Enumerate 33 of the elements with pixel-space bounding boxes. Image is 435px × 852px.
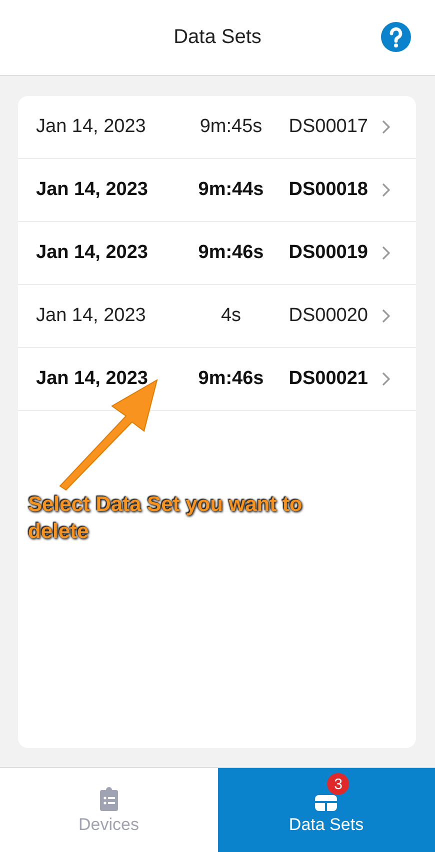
chevron-icon <box>382 120 390 134</box>
chevron-icon <box>382 183 390 197</box>
tab[interactable]: 3 Data Sets <box>218 768 435 852</box>
clipboard-icon <box>100 787 118 811</box>
data-set-id: DS00019 <box>288 242 368 264</box>
help-icon[interactable] <box>380 21 412 53</box>
data-set-row[interactable]: Jan 14, 2023 4s DS00020 <box>18 285 416 348</box>
chevron-icon <box>382 309 390 323</box>
date-text: Jan 14, 2023 <box>36 305 147 327</box>
date-text: Jan 14, 2023 <box>36 242 149 264</box>
annotation-text: Select Data Set you want to delete <box>28 492 304 545</box>
chevron-icon <box>382 372 390 386</box>
data-set-row[interactable]: Jan 14, 2023 9m:45s DS00017 <box>18 96 416 159</box>
duration-text: 9m:46s <box>197 242 265 264</box>
date-text: Jan 14, 2023 <box>36 179 149 201</box>
chevron-icon <box>382 246 390 260</box>
tab-label: Devices <box>78 815 139 835</box>
data-set-id: DS00017 <box>288 116 368 138</box>
page-title: Data Sets <box>174 26 262 49</box>
data-set-id: DS00020 <box>288 305 368 327</box>
table-icon <box>315 795 338 811</box>
count-badge: 3 <box>327 773 350 795</box>
data-set-row[interactable]: Jan 14, 2023 9m:44s DS00018 <box>18 159 416 222</box>
duration-text: 9m:46s <box>197 368 265 390</box>
duration-text: 9m:44s <box>197 179 265 201</box>
data-set-id: DS00018 <box>288 179 368 201</box>
duration-text: 9m:45s <box>198 116 264 138</box>
tab-label: Data Sets <box>288 815 364 835</box>
data-set-id: DS00021 <box>288 368 368 390</box>
date-text: Jan 14, 2023 <box>36 368 149 390</box>
data-set-row[interactable]: Jan 14, 2023 9m:46s DS00019 <box>18 222 416 285</box>
date-text: Jan 14, 2023 <box>36 116 147 138</box>
duration-text: 4s <box>220 305 242 327</box>
